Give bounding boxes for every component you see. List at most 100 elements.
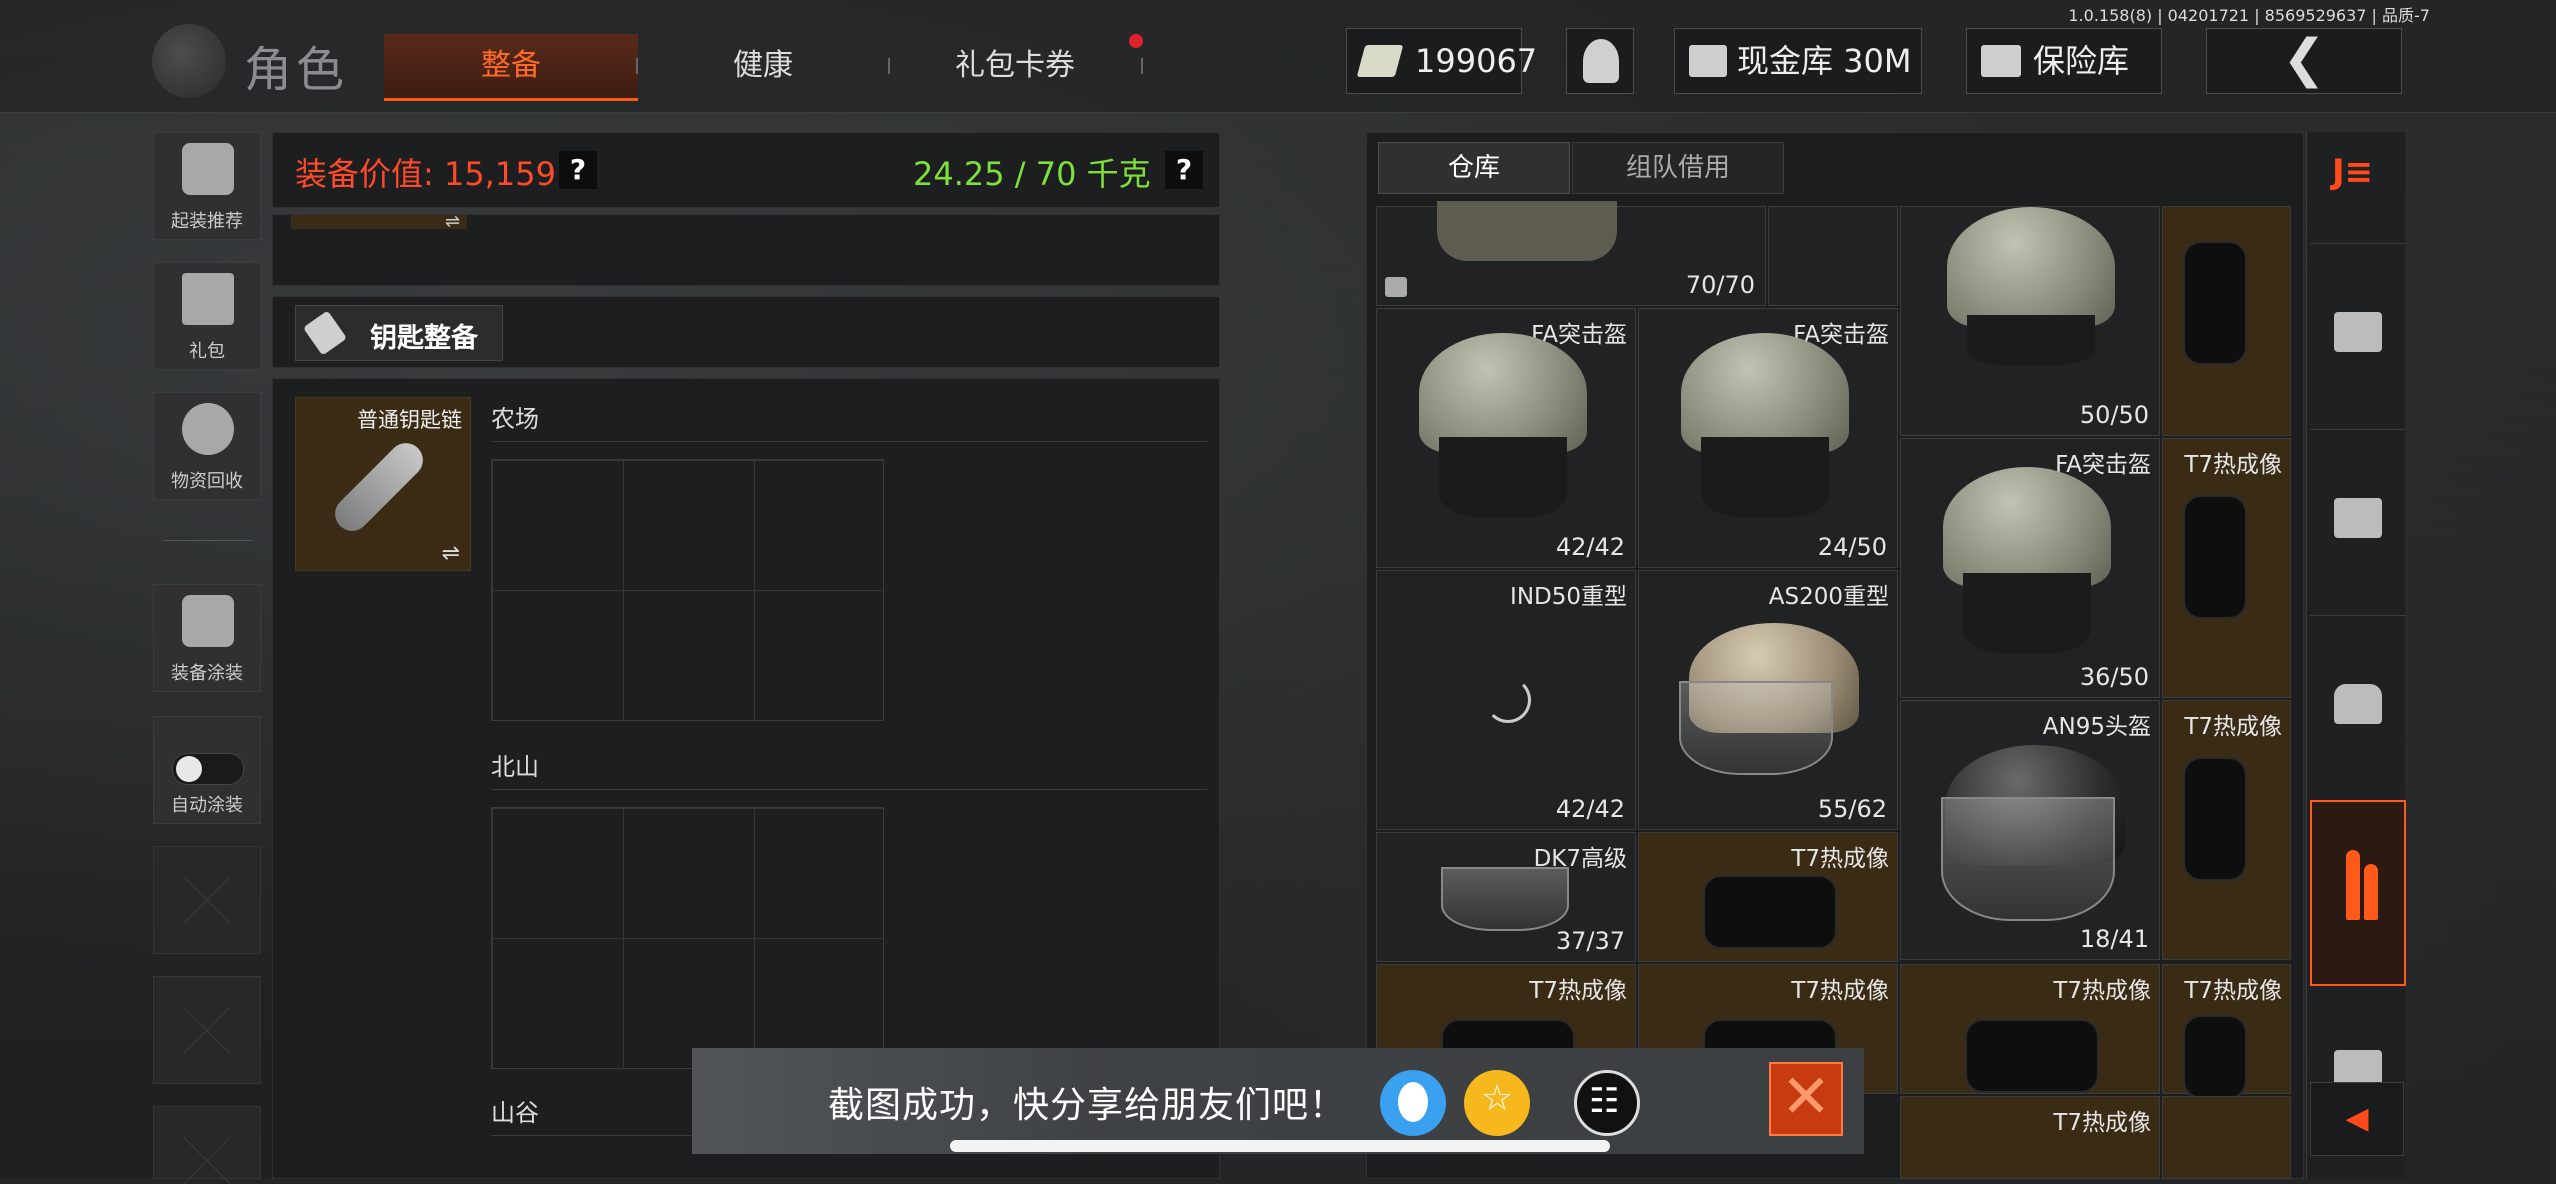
collapse-rail-button[interactable]: ◀: [2310, 1082, 2404, 1156]
weight-help-button[interactable]: ?: [1165, 151, 1203, 189]
sidebar-divider: [163, 540, 253, 541]
equipment-slot-row: ⇌: [272, 211, 1220, 286]
inventory-item[interactable]: T7热成像: [2162, 700, 2291, 960]
tab-warehouse[interactable]: 仓库: [1378, 142, 1570, 194]
key-grid-north-hill[interactable]: [491, 807, 884, 1069]
gift-icon: [182, 273, 234, 325]
cash-vault-button[interactable]: 现金库 30M: [1674, 28, 1922, 94]
item-durability: 42/42: [1555, 533, 1625, 561]
swap-icon[interactable]: ⇌: [442, 541, 460, 566]
inventory-item[interactable]: 70/70: [1376, 201, 1766, 306]
equipment-value: 装备价值: 15,159: [295, 155, 556, 193]
inventory-item[interactable]: [1768, 206, 1898, 306]
inventory-item[interactable]: [2162, 206, 2291, 436]
inventory-item[interactable]: FA突击盔 24/50: [1638, 308, 1898, 568]
empty-slot: [153, 1106, 261, 1179]
zone-label: 北山: [491, 753, 539, 781]
key-section-bar: 钥匙整备: [272, 296, 1220, 368]
sidebar-item-auto-paint[interactable]: 自动涂装: [153, 716, 261, 824]
sidebar-item-gift[interactable]: 礼包: [153, 262, 261, 370]
keychain-slot[interactable]: 普通钥匙链 ⇌: [295, 397, 471, 571]
item-durability: 24/50: [1817, 533, 1887, 561]
zone-divider: [491, 789, 1207, 790]
cube-icon: [1385, 277, 1407, 297]
back-button[interactable]: ❮: [2206, 28, 2402, 94]
category-all[interactable]: J≡: [2310, 132, 2406, 244]
item-name: T7热成像: [2053, 978, 2151, 1004]
close-banner-button[interactable]: ✕: [1769, 1062, 1843, 1136]
slot-item-strip: [291, 215, 467, 229]
currency-display[interactable]: 199067: [1346, 28, 1537, 94]
tab-health[interactable]: 健康: [650, 34, 876, 98]
currency-value: 199067: [1415, 42, 1538, 80]
tab-divider: [888, 58, 890, 74]
tab-team-borrow[interactable]: 组队借用: [1572, 142, 1784, 194]
empty-slot: [153, 976, 261, 1084]
category-box[interactable]: [2310, 244, 2406, 430]
category-ammo[interactable]: [2310, 800, 2406, 986]
inventory-item[interactable]: T7热成像: [1900, 1096, 2160, 1179]
inventory-item[interactable]: AN95头盔 18/41: [1900, 700, 2160, 960]
version-text: 1.0.158(8) | 04201721 | 8569529637 | 品质-…: [2068, 6, 2430, 25]
empty-slot: [153, 846, 261, 954]
inventory-item[interactable]: T7热成像: [1900, 964, 2160, 1094]
sidebar-item-label: 起装推荐: [171, 211, 243, 232]
item-name: T7热成像: [1529, 978, 1627, 1004]
tab-gift-coupons[interactable]: 礼包卡券: [900, 34, 1130, 98]
category-case[interactable]: [2310, 430, 2406, 616]
item-durability: 37/37: [1555, 927, 1625, 955]
tab-loadout[interactable]: 整备: [384, 34, 638, 101]
thermal-scope-icon: [2183, 241, 2247, 365]
weight-display: 24.25 / 70 千克: [913, 155, 1151, 193]
sidebar-item-recommended-loadout[interactable]: 起装推荐: [153, 132, 261, 240]
sort-icon: J≡: [2332, 152, 2374, 192]
inventory-item[interactable]: T7热成像: [1638, 832, 1898, 962]
item-name: AN95头盔: [2042, 714, 2151, 740]
wrench-icon: [302, 310, 348, 356]
page-title: 角色: [244, 42, 349, 98]
helmet-icon: [1419, 333, 1587, 453]
inventory-item[interactable]: FA突击盔 36/50: [1900, 438, 2160, 698]
helmet-icon: [1947, 207, 2115, 327]
screenshot-share-banner: 截图成功，快分享给朋友们吧！ ☆ ☷ ✕: [692, 1048, 1864, 1154]
cash-icon: [1356, 45, 1404, 77]
box-icon: [2334, 312, 2382, 352]
inventory-item[interactable]: FA突击盔 42/42: [1376, 308, 1636, 568]
item-durability: 42/42: [1555, 795, 1625, 823]
sidebar-item-recycle[interactable]: 物资回收: [153, 392, 261, 500]
item-durability: 70/70: [1685, 271, 1755, 299]
qzone-share-icon[interactable]: ☆: [1464, 1070, 1530, 1136]
sidebar-item-paint[interactable]: 装备涂装: [153, 584, 261, 692]
item-durability: 55/62: [1817, 795, 1887, 823]
thermal-scope-icon: [2183, 757, 2247, 881]
face-shield-icon: [1441, 867, 1569, 931]
inventory-item[interactable]: DK7高级 37/37: [1376, 832, 1636, 962]
inventory-item[interactable]: 50/50: [1900, 206, 2160, 436]
keychain-icon: [328, 436, 430, 538]
swap-icon[interactable]: ⇌: [445, 211, 460, 232]
safe-button[interactable]: 保险库: [1966, 28, 2162, 94]
item-name: T7热成像: [2184, 452, 2282, 478]
inventory-item[interactable]: T7热成像: [2162, 964, 2291, 1099]
key-grid-farm[interactable]: [491, 459, 884, 721]
thermal-scope-icon: [1965, 1019, 2099, 1093]
home-indicator: [950, 1140, 1610, 1152]
game-share-icon[interactable]: ☷: [1574, 1070, 1640, 1136]
zone-label: 农场: [491, 405, 539, 433]
key-loadout-button[interactable]: 钥匙整备: [295, 305, 503, 361]
inventory-item[interactable]: [2162, 1096, 2291, 1179]
vault-icon: [1689, 45, 1727, 77]
inventory-item[interactable]: AS200重型 55/62: [1638, 570, 1898, 830]
visor-icon: [1941, 797, 2115, 921]
sidebar-item-label: 装备涂装: [171, 663, 243, 684]
category-armor[interactable]: [2310, 616, 2406, 802]
auto-paint-toggle[interactable]: [172, 753, 244, 785]
inventory-item[interactable]: IND50重型 42/42: [1376, 570, 1636, 830]
qq-share-icon[interactable]: [1380, 1070, 1446, 1136]
inventory-item[interactable]: T7热成像: [2162, 438, 2291, 698]
key-section-label: 钥匙整备: [370, 323, 478, 354]
value-help-button[interactable]: ?: [559, 151, 597, 189]
loading-spinner-icon: [1485, 677, 1531, 723]
customer-service-button[interactable]: [1566, 28, 1634, 94]
helmet-strap: [1967, 315, 2095, 365]
